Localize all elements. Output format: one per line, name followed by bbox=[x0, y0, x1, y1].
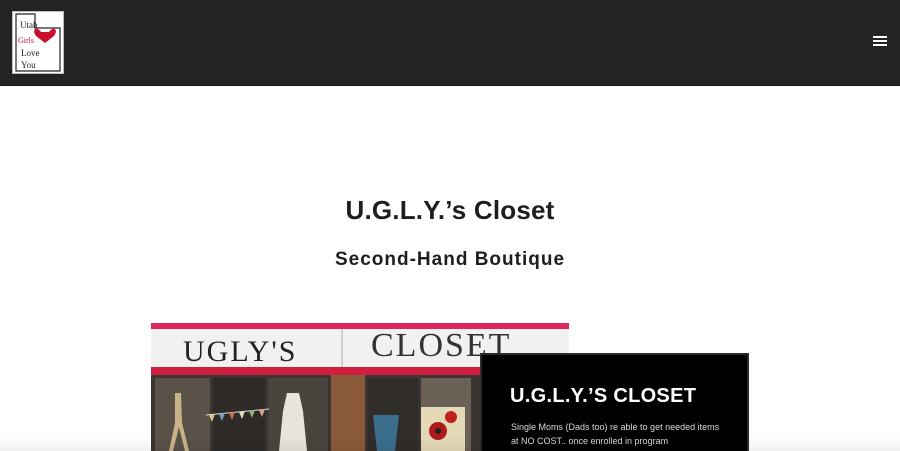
sign-text-uglys: UGLY'S bbox=[183, 335, 297, 368]
logo-word-you: You bbox=[21, 60, 36, 70]
card-title: U.G.L.Y.’S CLOSET bbox=[510, 385, 697, 407]
menu-bar bbox=[873, 36, 887, 38]
page-subtitle: Second-Hand Boutique bbox=[334, 249, 566, 270]
menu-bar bbox=[873, 44, 887, 46]
site-header: Utah Girls Love You bbox=[0, 0, 900, 86]
logo-word-love: Love bbox=[21, 48, 40, 58]
card-description: Single Moms (Dads too) re able to get ne… bbox=[511, 422, 720, 446]
utah-heart-logo-icon: Utah Girls Love You bbox=[15, 13, 61, 72]
menu-bar bbox=[873, 40, 887, 42]
page-title: U.G.L.Y.’s Closet bbox=[345, 195, 555, 225]
logo-word-girls: Girls bbox=[18, 36, 34, 45]
logo-word-utah: Utah bbox=[20, 20, 38, 30]
site-logo[interactable]: Utah Girls Love You bbox=[12, 11, 64, 74]
hamburger-menu-icon[interactable] bbox=[872, 34, 888, 48]
closet-info-card: U.G.L.Y.’S CLOSET Single Moms (Dads too)… bbox=[480, 353, 749, 451]
